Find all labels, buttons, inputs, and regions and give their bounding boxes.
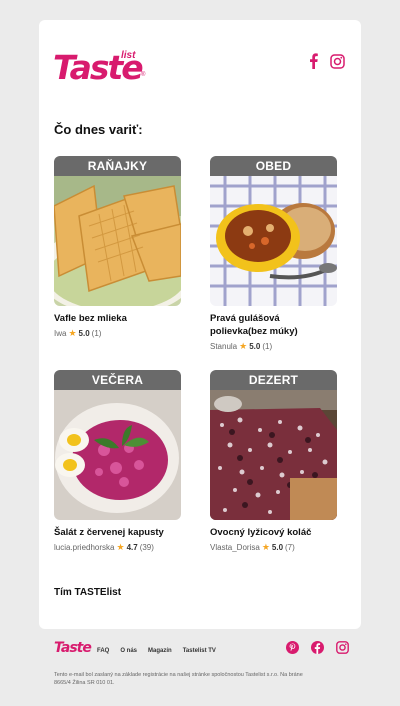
tastelist-logo[interactable]: Taste list ® [53, 50, 147, 86]
recipe-image-cake[interactable] [210, 390, 337, 520]
star-icon: ★ [261, 542, 270, 552]
logo-sub-text: list [121, 50, 136, 61]
legal-notice: Tento e-mail bol zaslaný na základe regi… [54, 672, 303, 686]
footer-link-tv[interactable]: Tastelist TV [183, 648, 216, 654]
star-icon: ★ [68, 328, 77, 338]
recipe-rating-count: (1) [91, 329, 102, 338]
footer-social-links [286, 641, 349, 654]
recipe-author[interactable]: Stanula [210, 342, 237, 351]
recipe-meta: Iwa ★ 5.0 (1) [54, 328, 181, 339]
category-tag: DEZERT [210, 370, 337, 390]
recipe-card-lunch[interactable]: OBED Pravá gulášová polievka(bez múky) S… [210, 156, 337, 352]
footer-links: FAQ O nás Magazín Tastelist TV [97, 648, 216, 654]
pinterest-icon[interactable] [286, 641, 299, 654]
recipe-card-breakfast[interactable]: RAŇAJKY Vafle bez mlieka Iwa ★ 5.0 (1) [54, 156, 181, 339]
email-card: Taste list ® Čo dnes variť: RAŇAJKY Vafl… [39, 20, 361, 629]
recipe-image-waffles[interactable] [54, 176, 181, 306]
recipe-rating: 4.7 [126, 543, 138, 552]
facebook-icon[interactable] [311, 641, 324, 654]
header-social-links [307, 53, 345, 69]
recipe-title[interactable]: Ovocný lyžicový koláč [210, 526, 337, 539]
recipe-image-soup[interactable] [210, 176, 337, 306]
signature: Tím TASTElist [54, 587, 122, 598]
recipe-rating: 5.0 [249, 342, 261, 351]
recipe-rating-count: (1) [262, 342, 273, 351]
recipe-author[interactable]: lucia.priedhorska [54, 543, 114, 552]
recipe-card-dinner[interactable]: VEČERA Šalát z červenej kapusty lucia.pr… [54, 370, 181, 553]
footer-link-magazine[interactable]: Magazín [148, 648, 172, 654]
section-heading: Čo dnes variť: [54, 122, 143, 137]
category-tag: RAŇAJKY [54, 156, 181, 176]
logo-registered-mark: ® [141, 72, 146, 78]
category-tag: VEČERA [54, 370, 181, 390]
recipe-image-salad[interactable] [54, 390, 181, 520]
recipe-author[interactable]: Iwa [54, 329, 66, 338]
recipe-rating: 5.0 [271, 543, 284, 552]
footer-logo[interactable]: Taste [54, 640, 92, 656]
recipe-title[interactable]: Pravá gulášová polievka(bez múky) [210, 312, 337, 338]
instagram-icon[interactable] [336, 641, 349, 654]
star-icon: ★ [116, 542, 125, 552]
recipe-title[interactable]: Vafle bez mlieka [54, 312, 181, 325]
recipe-rating: 5.0 [78, 329, 90, 338]
recipe-meta: Vlasta_Dorisa ★ 5.0 (7) [210, 542, 337, 553]
footer-link-faq[interactable]: FAQ [97, 648, 109, 654]
recipe-title[interactable]: Šalát z červenej kapusty [54, 526, 181, 539]
recipe-meta: lucia.priedhorska ★ 4.7 (39) [54, 542, 181, 553]
instagram-icon[interactable] [330, 53, 345, 69]
recipe-rating-count: (7) [285, 543, 295, 552]
footer-link-about[interactable]: O nás [120, 648, 137, 654]
recipe-author[interactable]: Vlasta_Dorisa [210, 543, 260, 552]
category-tag: OBED [210, 156, 337, 176]
recipe-meta: Stanula ★ 5.0 (1) [210, 341, 337, 352]
facebook-icon[interactable] [307, 53, 319, 69]
recipe-card-dessert[interactable]: DEZERT Ovocný lyžicový koláč Vlasta_Dori… [210, 370, 337, 553]
recipe-rating-count: (39) [139, 543, 154, 552]
star-icon: ★ [239, 341, 248, 351]
